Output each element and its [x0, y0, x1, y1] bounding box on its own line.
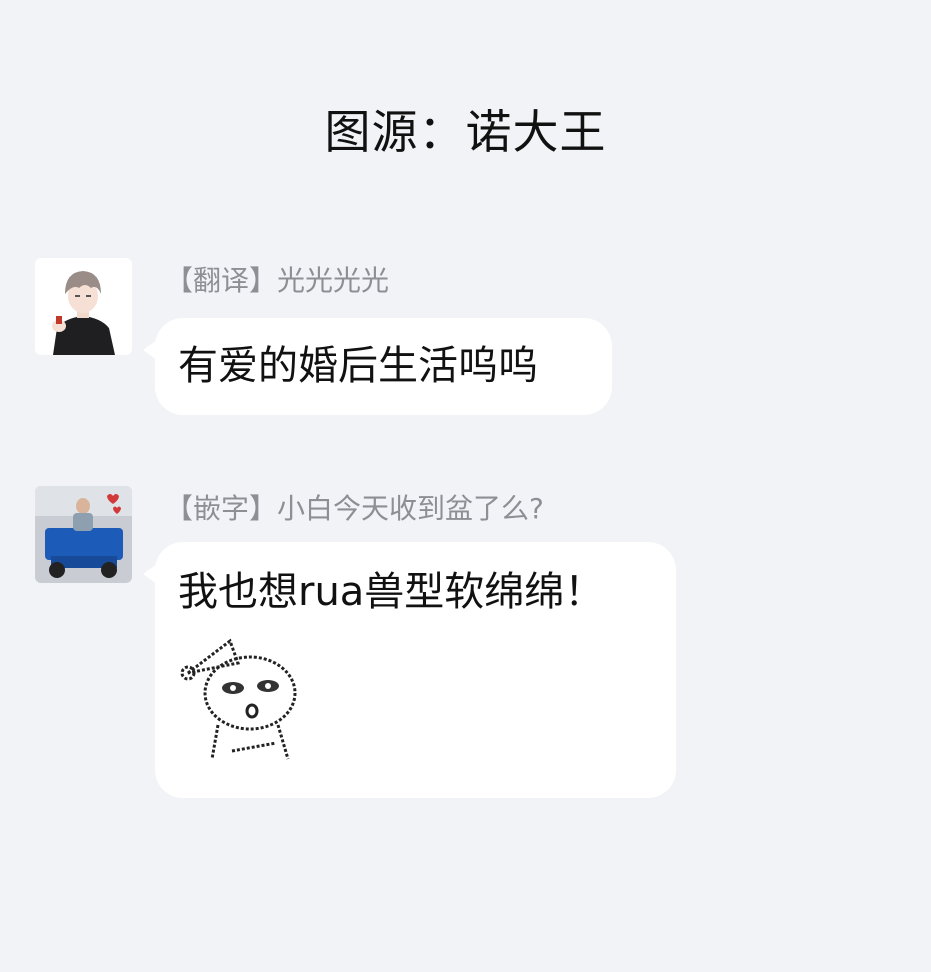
- doodle-face-sticker[interactable]: [178, 633, 306, 763]
- anime-boy-avatar-image: [35, 258, 132, 355]
- message-bubble[interactable]: 我也想rua兽型软绵绵！: [143, 542, 676, 798]
- avatar-tricycle-rider[interactable]: [35, 486, 132, 583]
- page-title: 图源：诺大王: [324, 105, 607, 159]
- message-bubble[interactable]: 有爱的婚后生活呜呜: [143, 318, 612, 415]
- sender-name[interactable]: 【翻译】光光光光: [165, 259, 389, 299]
- avatar-anime-boy[interactable]: [35, 258, 132, 355]
- message-text: 我也想rua兽型软绵绵！: [178, 569, 605, 615]
- tricycle-rider-avatar-image: [35, 486, 132, 583]
- sender-name[interactable]: 【嵌字】小白今天收到盆了么?: [165, 487, 544, 527]
- sticker-image: [178, 633, 306, 763]
- message-text: 有爱的婚后生活呜呜: [178, 343, 538, 389]
